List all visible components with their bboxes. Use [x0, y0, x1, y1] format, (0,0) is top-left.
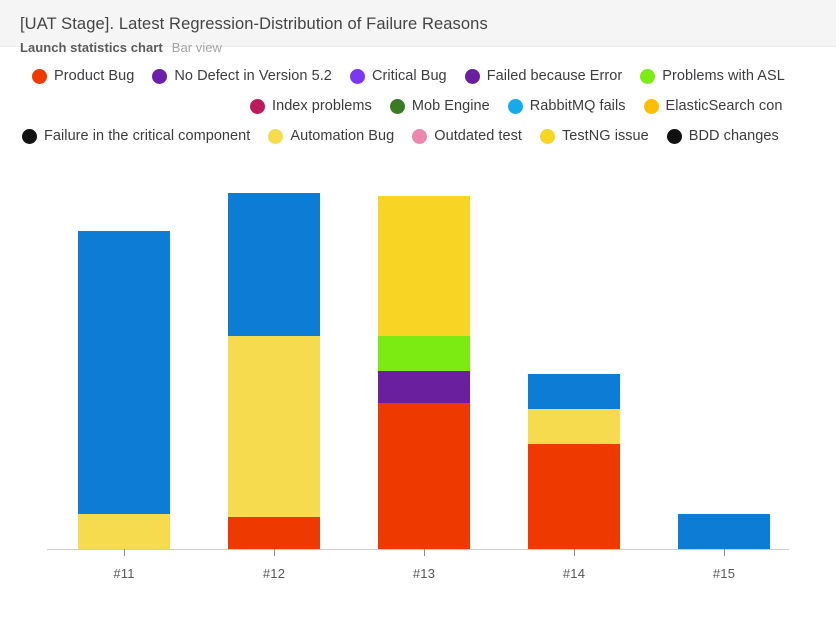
legend-item-label: No Defect in Version 5.2 — [174, 68, 332, 84]
legend-color-dot-icon — [643, 98, 659, 114]
bar-segment[interactable] — [78, 514, 170, 549]
x-axis-tick-label: #15 — [712, 566, 736, 581]
chart-legend: Product Bug No Defect in Version 5.2 Criti… — [0, 47, 836, 151]
legend-color-dot-icon — [539, 128, 555, 144]
legend-item-label: RabbitMQ fails — [529, 98, 626, 114]
legend-item[interactable]: BDD changes — [666, 128, 779, 144]
legend-color-dot-icon — [389, 98, 405, 114]
x-axis-tick — [574, 549, 575, 556]
legend-item-label: Failed because Error — [486, 68, 623, 84]
stacked-bar[interactable] — [228, 193, 320, 549]
legend-row-2: Index problems Mob Engine RabbitMQ fails El… — [0, 91, 836, 121]
legend-item-label: ElasticSearch con — [665, 98, 783, 114]
legend-item-label: Automation Bug — [290, 128, 395, 144]
legend-item[interactable]: Problems with ASL — [640, 68, 785, 84]
legend-color-dot-icon — [22, 128, 37, 144]
legend-item[interactable]: Critical Bug — [349, 68, 447, 84]
legend-color-dot-icon — [250, 98, 265, 114]
legend-color-dot-icon — [640, 68, 656, 84]
stacked-bar[interactable] — [78, 231, 170, 549]
stacked-bar[interactable] — [528, 374, 620, 549]
bar-segment[interactable] — [228, 517, 320, 549]
x-axis-line — [47, 549, 789, 550]
legend-item[interactable]: Mob Engine — [389, 98, 490, 114]
bar-segment[interactable] — [378, 196, 470, 337]
legend-row-3: Failure in the critical component Automat… — [0, 121, 836, 151]
chart-area: #11 #12 #13 #14 #15 — [0, 151, 836, 591]
view-mode-label[interactable]: Bar view — [172, 40, 222, 55]
stacked-bar[interactable] — [378, 196, 470, 549]
x-axis-tick-label: #11 — [113, 566, 135, 581]
bar-segment[interactable] — [678, 514, 770, 549]
x-axis-tick — [724, 549, 725, 556]
bar-segment[interactable] — [378, 402, 470, 549]
widget-subtitle: Launch statistics chart — [20, 40, 163, 55]
legend-item[interactable]: No Defect in Version 5.2 — [152, 68, 332, 84]
stacked-bar[interactable] — [678, 514, 770, 549]
legend-item[interactable]: Product Bug — [32, 68, 134, 84]
bar-segment[interactable] — [78, 231, 170, 515]
legend-item-label: BDD changes — [688, 128, 779, 144]
bar-segment[interactable] — [228, 193, 320, 337]
bar-segment[interactable] — [378, 336, 470, 372]
legend-color-dot-icon — [507, 98, 523, 114]
legend-item[interactable]: RabbitMQ fails — [507, 98, 626, 114]
legend-item-label: Failure in the critical component — [44, 128, 251, 144]
legend-item-label: TestNG issue — [561, 128, 649, 144]
legend-item[interactable]: ElasticSearch con — [643, 98, 783, 114]
x-axis-tick-label: #13 — [412, 566, 436, 581]
bar-segment[interactable] — [528, 374, 620, 410]
legend-item[interactable]: Index problems — [250, 98, 372, 114]
x-axis-tick-label: #12 — [262, 566, 286, 581]
legend-color-dot-icon — [268, 128, 284, 144]
legend-item[interactable]: Failure in the critical component — [22, 128, 250, 144]
legend-item-label: Critical Bug — [371, 68, 447, 84]
legend-item-label: Problems with ASL — [662, 68, 785, 84]
x-axis-tick-label: #14 — [562, 566, 586, 581]
legend-color-dot-icon — [152, 68, 168, 84]
legend-row-1: Product Bug No Defect in Version 5.2 Criti… — [0, 61, 836, 91]
legend-color-dot-icon — [464, 68, 480, 84]
legend-color-dot-icon — [412, 128, 428, 144]
legend-color-dot-icon — [349, 68, 365, 84]
legend-item[interactable]: Outdated test — [412, 128, 522, 144]
legend-item[interactable]: Failed because Error — [464, 68, 623, 84]
legend-item-label: Mob Engine — [411, 98, 490, 114]
legend-item[interactable]: Automation Bug — [268, 128, 394, 144]
legend-color-dot-icon — [666, 128, 682, 144]
bar-segment[interactable] — [528, 444, 620, 549]
x-axis-tick — [124, 549, 125, 556]
legend-item-label: Index problems — [272, 98, 372, 114]
widget-header: [UAT Stage]. Latest Regression-Distribut… — [0, 0, 836, 55]
x-axis-tick — [274, 549, 275, 556]
bar-segment[interactable] — [378, 371, 470, 403]
legend-color-dot-icon — [32, 68, 47, 84]
legend-item[interactable]: TestNG issue — [539, 128, 649, 144]
bar-chart-plot: #11 #12 #13 #14 #15 — [0, 151, 836, 591]
x-axis-tick — [424, 549, 425, 556]
legend-item-label: Product Bug — [54, 68, 135, 84]
page-title: [UAT Stage]. Latest Regression-Distribut… — [20, 15, 488, 33]
legend-item-label: Outdated test — [434, 128, 522, 144]
bar-segment[interactable] — [228, 336, 320, 518]
bar-segment[interactable] — [528, 409, 620, 445]
